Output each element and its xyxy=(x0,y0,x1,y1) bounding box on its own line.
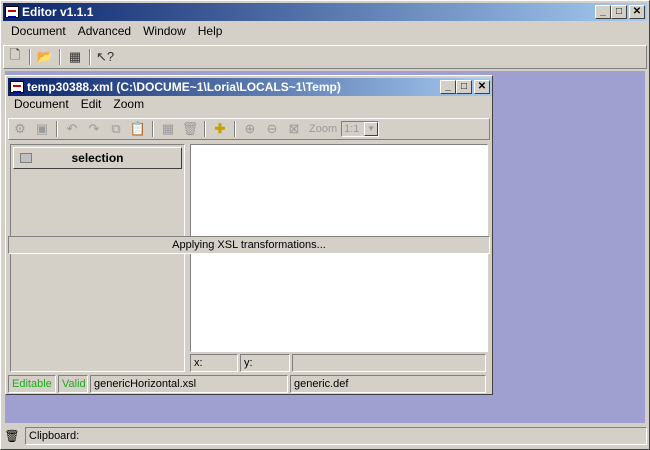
menu-document[interactable]: Document xyxy=(5,24,72,38)
apply-icon[interactable]: ⚙ xyxy=(9,119,31,139)
menu-help-label: Help xyxy=(197,24,223,38)
maximize-button[interactable]: □ xyxy=(611,5,627,19)
document-statusbar: Editable Valid genericHorizontal.xsl gen… xyxy=(8,375,486,393)
y-coordinate: y: xyxy=(240,354,290,372)
valid-status: Valid xyxy=(58,375,88,393)
toolbar-separator xyxy=(204,121,206,137)
document-icon xyxy=(10,81,24,93)
clipboard-field: Clipboard: xyxy=(25,427,647,445)
selection-panel: selection xyxy=(10,144,185,372)
copy-icon[interactable]: ⧉ xyxy=(105,119,127,139)
selection-label: selection xyxy=(71,151,124,165)
toolbar-separator xyxy=(56,121,58,137)
menu-window[interactable]: Window xyxy=(137,24,192,38)
app-logo-icon xyxy=(5,6,19,18)
selection-icon xyxy=(20,153,32,163)
doc-close-button[interactable]: ✕ xyxy=(474,80,490,94)
main-menubar: Document Advanced Window Help xyxy=(5,24,228,38)
document-toolbar: ⚙ ▣ ↶ ↷ ⧉ 📋 ▦ 🗑 ✚ ⊕ ⊖ ⊠ Zoom 1:1 ▼ xyxy=(8,118,490,140)
xsl-file: genericHorizontal.xsl xyxy=(90,375,288,393)
doc-maximize-button[interactable]: □ xyxy=(456,80,472,94)
doc-menu-zoom[interactable]: Zoom xyxy=(107,97,150,111)
document-menubar: Document Edit Zoom xyxy=(8,97,150,111)
def-file: generic.def xyxy=(290,375,486,393)
zoom-select-value: 1:1 xyxy=(344,123,360,135)
properties-icon[interactable]: ▦ xyxy=(64,47,86,67)
document-titlebar[interactable]: temp30388.xml (C:\DOCUME~1\Loria\LOCALS~… xyxy=(8,78,492,96)
toolbar-separator xyxy=(59,49,61,65)
menu-advanced[interactable]: Advanced xyxy=(72,24,137,38)
minimize-button[interactable]: _ xyxy=(595,5,611,19)
coordinates-bar: x: y: xyxy=(190,354,486,372)
toolbar-separator xyxy=(89,49,91,65)
doc-menu-document-label: Document xyxy=(14,97,69,111)
editor-window: Editor v1.1.1 _ □ ✕ Document Advanced Wi… xyxy=(0,0,650,450)
selection-button[interactable]: selection xyxy=(13,147,182,169)
close-button[interactable]: ✕ xyxy=(629,5,645,19)
progress-status: Applying XSL transformations... xyxy=(8,236,490,254)
menu-advanced-label: Advanced xyxy=(77,24,132,38)
document-title: temp30388.xml (C:\DOCUME~1\Loria\LOCALS~… xyxy=(27,80,341,94)
zoom-label: Zoom xyxy=(309,123,338,135)
undo-icon[interactable]: ↶ xyxy=(61,119,83,139)
zoom-fit-icon[interactable]: ⊠ xyxy=(283,119,305,139)
properties-icon[interactable]: ▦ xyxy=(157,119,179,139)
menu-help[interactable]: Help xyxy=(192,24,229,38)
document-window: temp30388.xml (C:\DOCUME~1\Loria\LOCALS~… xyxy=(5,75,493,395)
save-icon[interactable]: ▣ xyxy=(31,119,53,139)
toolbar-separator xyxy=(152,121,154,137)
x-coordinate: x: xyxy=(190,354,238,372)
trash-icon[interactable]: 🗑 xyxy=(3,429,21,443)
toolbar-separator xyxy=(29,49,31,65)
clipboard-bar: 🗑 Clipboard: xyxy=(3,425,647,447)
doc-menu-document[interactable]: Document xyxy=(8,97,75,111)
paste-icon[interactable]: 📋 xyxy=(127,119,149,139)
doc-menu-edit[interactable]: Edit xyxy=(75,97,108,111)
redo-icon[interactable]: ↷ xyxy=(83,119,105,139)
context-help-icon[interactable]: ↖? xyxy=(94,47,116,67)
main-titlebar[interactable]: Editor v1.1.1 _ □ ✕ xyxy=(3,3,647,21)
add-element-icon[interactable]: ✚ xyxy=(209,119,231,139)
main-toolbar: 🗋 📂 ▦ ↖? xyxy=(3,45,647,69)
zoom-select[interactable]: 1:1 ▼ xyxy=(341,121,380,137)
progress-text: Applying XSL transformations... xyxy=(172,239,326,251)
zoom-in-icon[interactable]: ⊕ xyxy=(239,119,261,139)
doc-minimize-button[interactable]: _ xyxy=(440,80,456,94)
doc-menu-zoom-label: Zoom xyxy=(113,97,145,111)
open-folder-icon[interactable]: 📂 xyxy=(34,47,56,67)
zoom-out-icon[interactable]: ⊖ xyxy=(261,119,283,139)
coordinate-info xyxy=(292,354,486,372)
main-window-controls: _ □ ✕ xyxy=(595,5,645,19)
new-document-icon[interactable]: 🗋 xyxy=(4,47,26,67)
doc-menu-edit-label: Edit xyxy=(80,97,102,111)
toolbar-separator xyxy=(234,121,236,137)
chevron-down-icon[interactable]: ▼ xyxy=(364,122,379,136)
delete-icon[interactable]: 🗑 xyxy=(179,119,201,139)
menu-document-label: Document xyxy=(11,24,66,38)
main-title: Editor v1.1.1 xyxy=(22,5,94,19)
document-window-controls: _ □ ✕ xyxy=(440,80,490,94)
editable-status: Editable xyxy=(8,375,56,393)
menu-window-label: Window xyxy=(143,24,186,38)
